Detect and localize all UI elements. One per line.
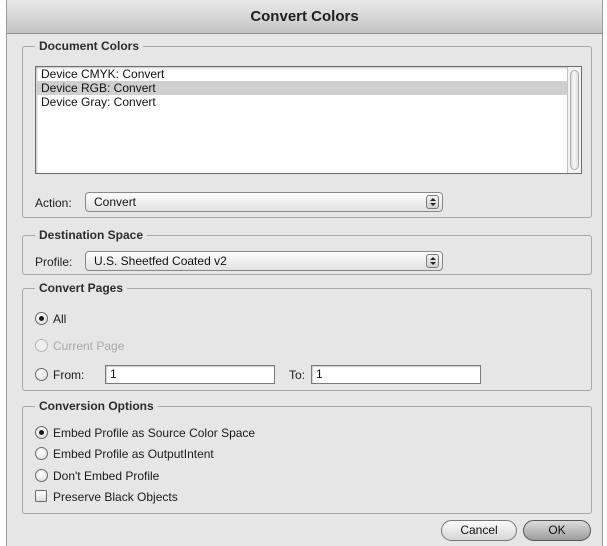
preserve-black-label: Preserve Black Objects <box>53 490 178 504</box>
current-page-radio <box>35 339 48 352</box>
current-page-label: Current Page <box>53 339 125 353</box>
list-scrollbar[interactable] <box>567 67 581 173</box>
scrollbar-thumb[interactable] <box>570 70 579 170</box>
document-colors-list[interactable]: Device CMYK: Convert Device RGB: Convert… <box>35 66 582 174</box>
embed-source-label: Embed Profile as Source Color Space <box>53 426 256 440</box>
popup-arrows-icon <box>426 195 439 209</box>
cancel-button[interactable]: Cancel <box>441 520 517 541</box>
dont-embed-label: Don't Embed Profile <box>53 469 160 483</box>
popup-arrows-icon <box>426 254 439 268</box>
dialog-title: Convert Colors <box>7 0 602 34</box>
list-item[interactable]: Device CMYK: Convert <box>36 67 581 81</box>
list-item[interactable]: Device Gray: Convert <box>36 95 581 109</box>
action-label: Action: <box>35 196 72 210</box>
profile-label: Profile: <box>35 255 73 269</box>
document-colors-heading: Document Colors <box>35 39 144 54</box>
to-label: To: <box>289 368 306 382</box>
from-radio[interactable] <box>35 368 48 381</box>
convert-pages-heading: Convert Pages <box>35 281 128 296</box>
from-label: From: <box>53 368 85 382</box>
from-page-field[interactable]: 1 <box>105 365 275 384</box>
conversion-options-heading: Conversion Options <box>35 399 158 414</box>
embed-output-label: Embed Profile as OutputIntent <box>53 447 214 461</box>
list-item[interactable]: Device RGB: Convert <box>36 81 581 95</box>
embed-source-radio[interactable] <box>35 426 48 439</box>
profile-popup[interactable]: U.S. Sheetfed Coated v2 <box>85 251 443 271</box>
all-pages-radio[interactable] <box>35 312 48 325</box>
action-popup[interactable]: Convert <box>85 192 443 212</box>
convert-colors-dialog: Convert Colors Document Colors Device CM… <box>6 0 603 546</box>
embed-output-radio[interactable] <box>35 447 48 460</box>
action-value: Convert <box>94 195 137 209</box>
profile-value: U.S. Sheetfed Coated v2 <box>94 254 227 268</box>
all-pages-label: All <box>53 312 67 326</box>
to-page-field[interactable]: 1 <box>311 365 481 384</box>
destination-space-heading: Destination Space <box>35 228 148 243</box>
preserve-black-checkbox[interactable] <box>35 490 47 502</box>
dont-embed-radio[interactable] <box>35 469 48 482</box>
ok-button[interactable]: OK <box>523 520 591 541</box>
